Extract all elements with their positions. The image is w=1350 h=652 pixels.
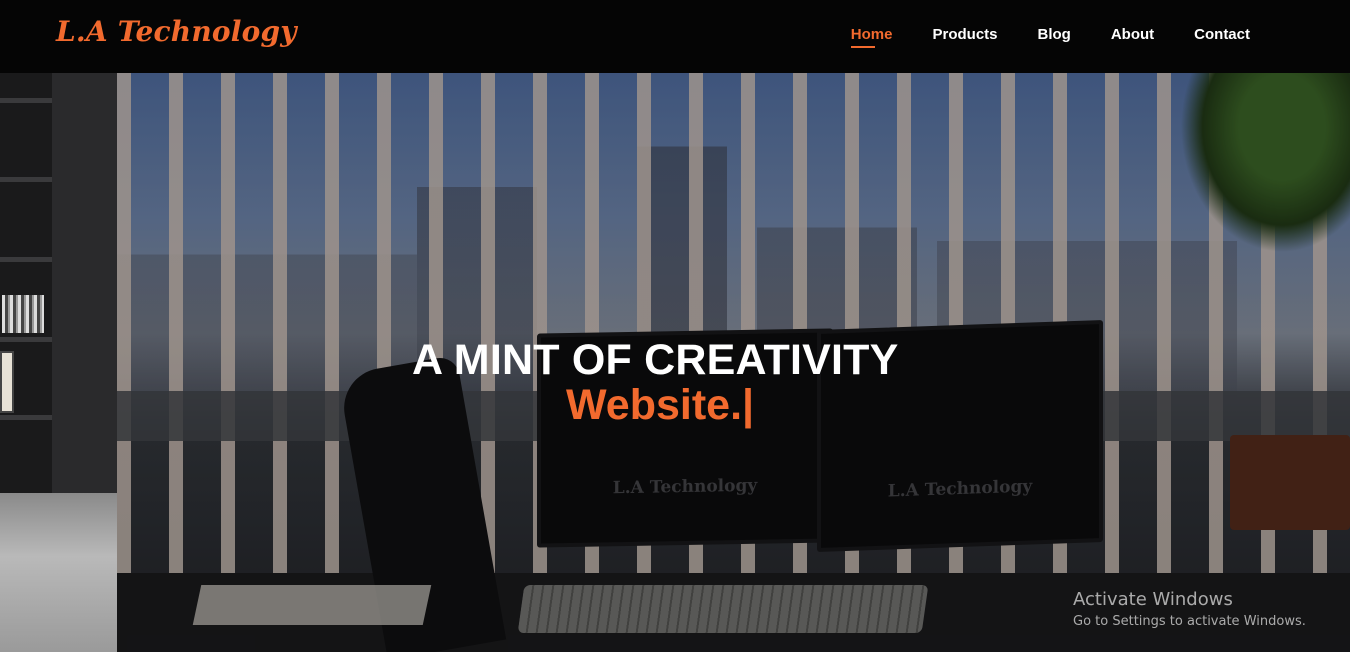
nav-blog-link[interactable]: Blog — [1038, 26, 1071, 43]
brand-logo[interactable]: L.A Technology — [56, 15, 297, 48]
main-nav: Home Products Blog About Contact — [850, 26, 1250, 48]
shelf — [0, 177, 52, 182]
watermark-title: Activate Windows — [1073, 589, 1233, 610]
activate-windows-watermark: Activate Windows Go to Settings to activ… — [1073, 589, 1306, 629]
nav-products-link[interactable]: Products — [932, 26, 997, 43]
shelf — [0, 257, 52, 262]
hero-typed-text: Website.| — [566, 381, 755, 429]
hero-section: L.A Technology L.A Technology A MINT OF … — [0, 73, 1350, 652]
books — [2, 295, 44, 333]
watermark-subtitle: Go to Settings to activate Windows. — [1073, 614, 1306, 629]
hero-background-left-wall — [0, 73, 117, 652]
shelf — [0, 98, 52, 103]
picture-frame — [0, 351, 14, 413]
nav-about-link[interactable]: About — [1111, 26, 1154, 43]
shelf — [0, 337, 52, 342]
hero-headline: A MINT OF CREATIVITY — [412, 336, 899, 384]
nav-home-link[interactable]: Home — [850, 26, 892, 48]
bookshelf — [0, 73, 52, 493]
shelf — [0, 415, 52, 420]
floor — [0, 493, 117, 652]
navbar: L.A Technology Home Products Blog About … — [0, 0, 1350, 73]
nav-contact-link[interactable]: Contact — [1194, 26, 1250, 43]
